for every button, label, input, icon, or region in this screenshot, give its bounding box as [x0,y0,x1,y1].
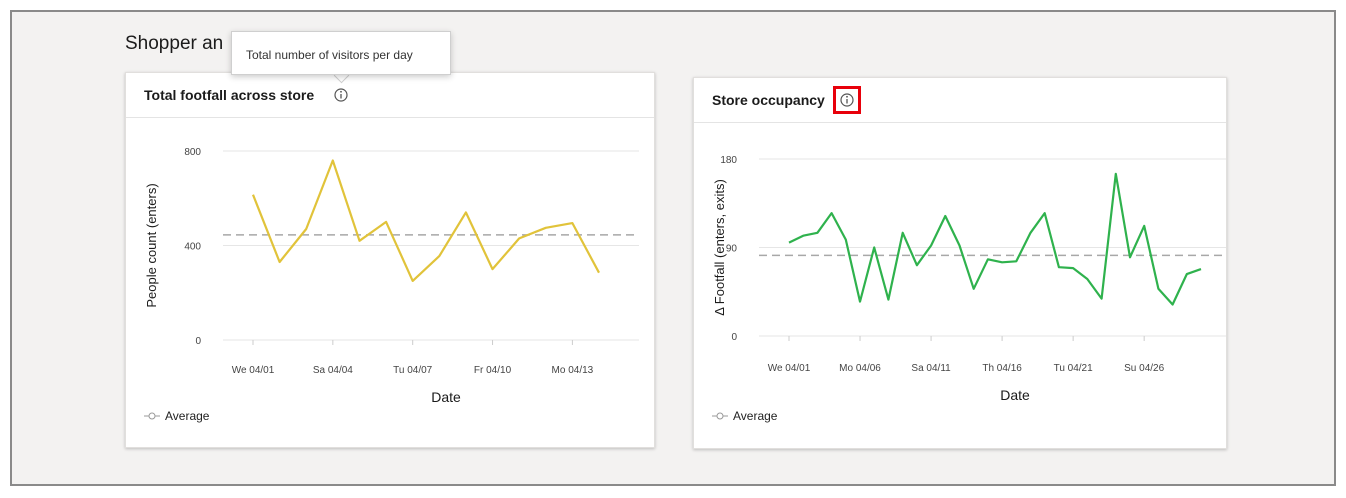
x-tick-label: Sa 04/11 [911,363,951,374]
x-tick-label: Th 04/16 [982,363,1022,374]
y-tick-label: 90 [726,244,738,255]
y-axis-label: People count (enters) [144,183,159,307]
x-tick-label: Tu 04/07 [393,365,433,376]
footfall-legend: Average [144,409,209,423]
x-tick-label: We 04/01 [768,363,811,374]
y-tick-label: 0 [731,332,737,343]
legend-average-marker-icon [712,412,728,420]
legend-average-marker-icon [144,412,160,420]
x-tick-label: Fr 04/10 [474,365,512,376]
series-line [788,172,1202,306]
footfall-line-chart: 0 400 800 We 04/01 Sa 04/04 Tu 04/07 Fr 04/10 M… [144,147,639,405]
occupancy-card: Store occupancy 0 90 180 We 04/01 Mo 04/06 Sa… [693,77,1227,449]
y-tick-label: 800 [184,147,201,158]
y-tick-label: 0 [195,336,201,347]
series-line [251,159,600,282]
occupancy-line-chart: 0 90 180 We 04/01 Mo 04/06 Sa 04/11 Th 04/16 Tu… [712,155,1226,403]
legend-average-label: Average [165,409,210,423]
x-tick-label: Mo 04/13 [552,365,594,376]
x-tick-label: Sa 04/04 [313,365,353,376]
footfall-card-header: Total footfall across store [126,73,654,118]
footfall-card-title: Total footfall across store [144,87,315,103]
section-title: Shopper an [125,33,224,54]
x-axis-label: Date [431,389,461,405]
y-tick-label: 400 [184,242,201,253]
y-tick-label: 180 [720,155,737,166]
x-tick-label: Mo 04/06 [839,363,881,374]
occupancy-card-title: Store occupancy [712,92,825,108]
info-icon[interactable] [333,87,349,103]
occupancy-card-header: Store occupancy [694,78,1226,123]
x-tick-label: Tu 04/21 [1054,363,1094,374]
info-tooltip: Total number of visitors per day [231,31,451,75]
info-icon-highlight [833,86,861,114]
legend-average-label: Average [733,409,778,423]
x-tick-label: Su 04/26 [1124,363,1164,374]
y-axis-label: Δ Footfall (enters, exits) [712,179,727,316]
x-tick-label: We 04/01 [232,365,275,376]
x-axis-label: Date [1000,387,1030,403]
footfall-card: Total footfall across store 0 400 800 We 04… [125,72,655,448]
occupancy-legend: Average [712,409,777,423]
